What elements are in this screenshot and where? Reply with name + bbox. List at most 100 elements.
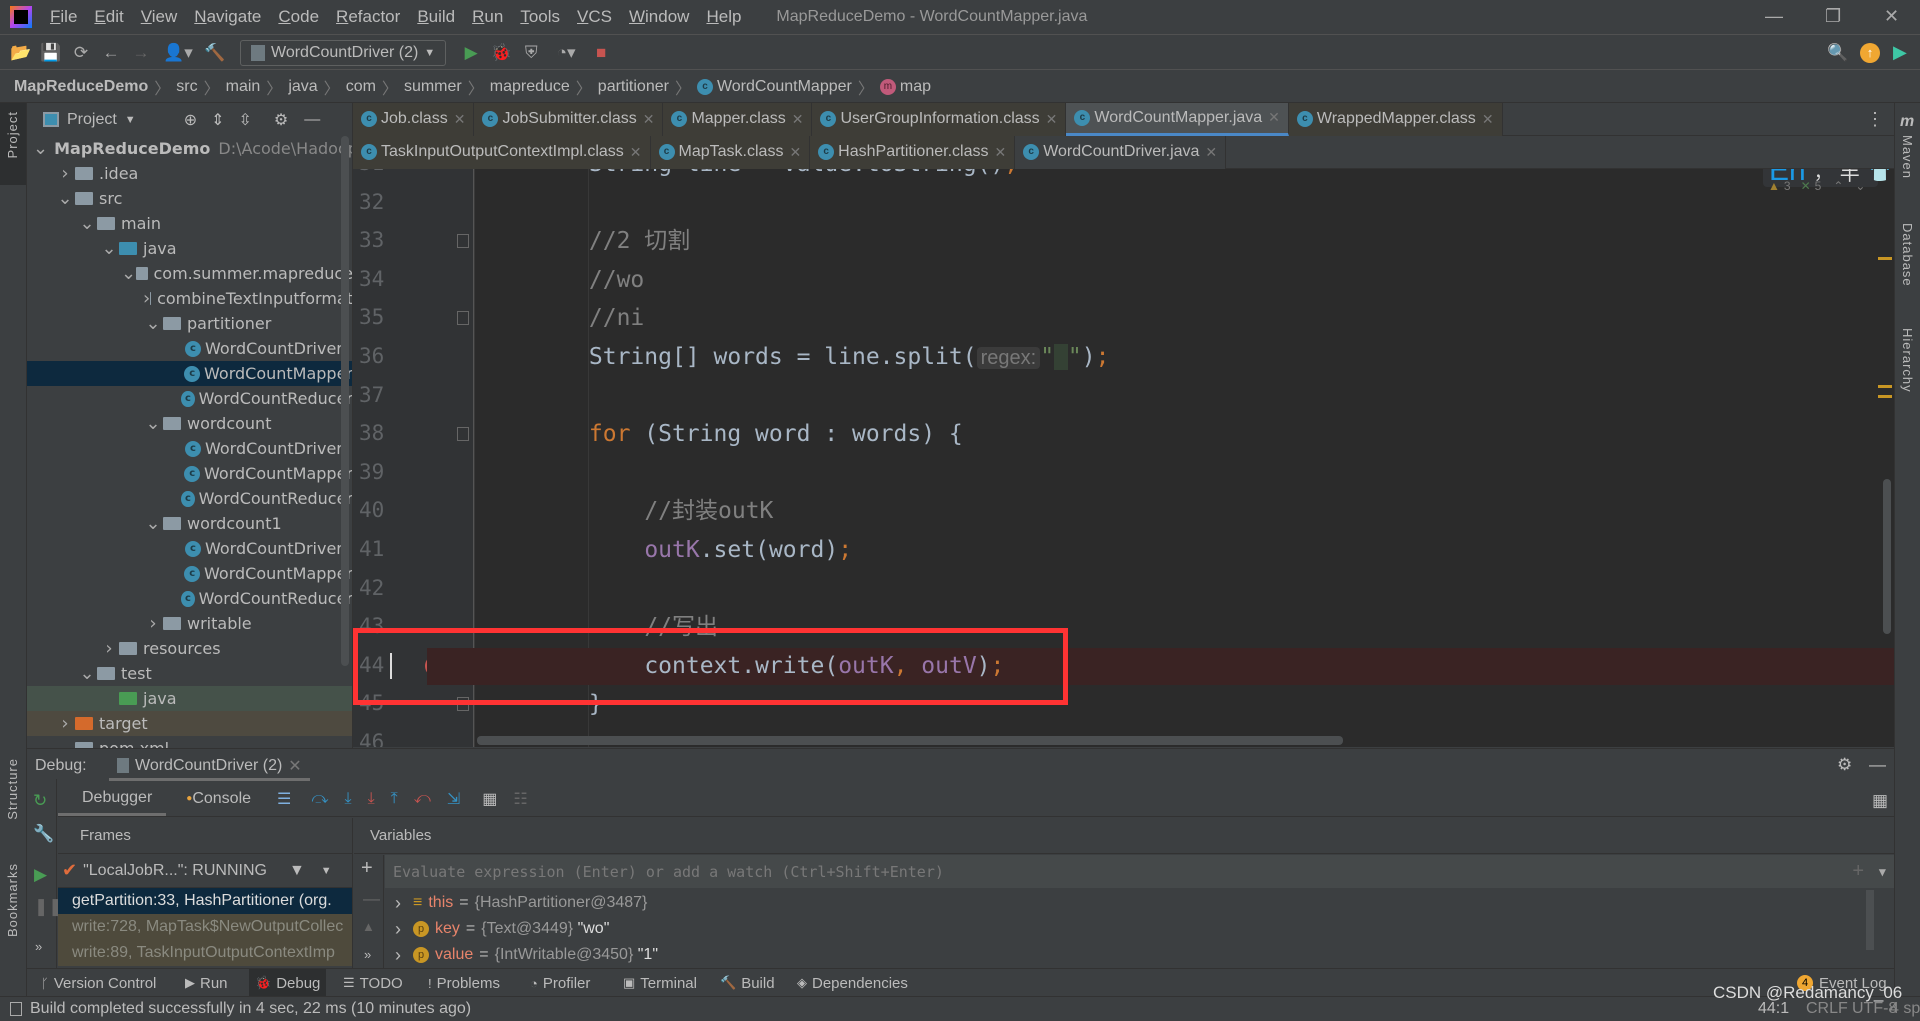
breadcrumb-item[interactable]: map [900,78,931,96]
tree-scrollbar[interactable] [341,136,349,666]
tree-item[interactable]: › target [27,711,352,736]
project-view-select[interactable]: Project [67,111,117,129]
close-icon[interactable]: ✕ [288,756,301,776]
tree-item[interactable]: ⌄ MapReduceDemo D:\Acode\Hadoop [27,136,352,161]
jetbrains-toolbox-icon[interactable]: ▶ [1893,42,1907,63]
menu-help[interactable]: Help [706,7,741,27]
breadcrumb-item[interactable]: mapreduce [490,78,570,96]
update-icon[interactable]: ↑ [1860,42,1880,63]
close-tab-icon[interactable]: ✕ [994,144,1006,161]
project-stripe-label[interactable]: Project [5,111,20,158]
variable-row[interactable]: › p key = {Text@3449} "wo" [385,916,1865,942]
database-stripe-label[interactable]: Database [1900,223,1915,287]
tree-item[interactable]: › combineTextInputformat [27,286,352,311]
chevron-right-icon[interactable]: › [55,713,75,734]
tree-item[interactable]: c WordCountDriver [27,436,352,461]
chevron-right-icon[interactable]: › [395,893,401,914]
toggle-tool-windows-icon[interactable] [10,1002,22,1016]
stack-frame[interactable]: getPartition:33, HashPartitioner (org. [58,888,352,914]
resume-icon[interactable]: ▶ [34,865,47,885]
breadcrumb-item[interactable]: com [346,78,376,96]
menu-code[interactable]: Code [278,7,319,27]
chevron-down-icon[interactable]: ⌄ [77,663,97,684]
variable-row[interactable]: › ≡ this = {HashPartitioner@3487} [385,890,1865,916]
prev-highlight-icon[interactable]: ⌃ [1833,179,1843,193]
error-stripe-mark[interactable] [1878,385,1892,388]
tool-window-problems[interactable]: ! Problems [422,969,506,997]
chevron-down-icon[interactable]: ⌄ [33,138,48,159]
error-stripe-mark[interactable] [1878,257,1892,260]
chevron-down-icon[interactable]: ▼ [125,114,136,126]
maven-stripe-label[interactable]: Maven [1900,135,1915,179]
run-to-cursor-icon[interactable]: ⇲ [447,789,460,809]
force-step-into-icon[interactable]: ⤓ [368,790,375,808]
gear-icon[interactable]: ⚙ [1837,755,1852,775]
ime-skin-icon[interactable]: 👕 [1868,169,1893,184]
chevron-right-icon[interactable]: › [55,163,75,184]
tree-item[interactable]: ⌄ test [27,661,352,686]
tool-window-dependencies[interactable]: ◈ Dependencies [791,969,914,997]
run-config-select[interactable]: WordCountDriver (2) ▼ [240,39,447,66]
add-watch-icon[interactable]: + [1852,860,1864,883]
sync-icon[interactable]: ⟳ [66,43,96,63]
editor-tab[interactable]: c WordCountMapper.java ✕ [1066,102,1289,136]
coverage-icon[interactable]: ⛨ [516,43,546,63]
chevron-right-icon[interactable]: › [99,638,119,659]
menu-run[interactable]: Run [472,7,503,27]
bookmarks-stripe-label[interactable]: Bookmarks [5,863,20,937]
close-tab-icon[interactable]: ✕ [789,144,801,161]
watch-input[interactable]: Evaluate expression (Enter) or add a wat… [385,855,1894,888]
editor-tab[interactable]: c WordCountDriver.java ✕ [1015,135,1227,169]
expand-all-icon[interactable]: ⇕ [211,110,224,130]
error-stripe-mark[interactable] [1878,395,1892,398]
editor-tab[interactable]: c UserGroupInformation.class ✕ [812,102,1067,136]
tree-item[interactable]: c WordCountMapper [27,461,352,486]
breadcrumb-item[interactable]: src [176,78,197,96]
back-icon[interactable]: ← [96,43,126,63]
gear-icon[interactable]: ⚙ [274,110,288,130]
editor-tab[interactable]: c HashPartitioner.class ✕ [810,135,1016,169]
variables-scrollbar[interactable] [1866,890,1874,950]
restore-icon[interactable]: ❐ [1825,6,1841,27]
tree-item[interactable]: ⌄ main [27,211,352,236]
save-icon[interactable]: 💾 [36,43,66,63]
minimize-icon[interactable]: — [1765,6,1783,27]
close-icon[interactable]: ✕ [1884,6,1899,27]
next-highlight-icon[interactable]: ⌄ [1855,179,1865,193]
step-into-icon[interactable]: ⤓ [344,790,351,808]
close-tab-icon[interactable]: ✕ [643,111,655,128]
search-icon[interactable]: 🔍 [1823,43,1853,63]
close-tab-icon[interactable]: ✕ [1046,111,1058,128]
tool-window-build[interactable]: 🔨 Build [714,969,781,997]
tool-window-debug[interactable]: 🐞 Debug [249,969,327,997]
hierarchy-stripe-label[interactable]: Hierarchy [1900,328,1915,393]
tree-item[interactable]: c WordCountDriver [27,336,352,361]
threads-icon[interactable]: ☰ [277,789,291,809]
code-editor[interactable]: 3132333435363738394041424344✓4546 String… [353,169,1894,747]
build-hammer-icon[interactable]: 🔨 [200,43,230,63]
close-tab-icon[interactable]: ✕ [1205,144,1217,161]
tree-item[interactable]: c WordCountReducer [27,586,352,611]
chevron-down-icon[interactable]: ▼ [1879,865,1886,879]
vertical-scrollbar[interactable] [1883,479,1891,634]
stop-icon[interactable]: ■ [586,43,616,63]
tree-item[interactable]: java [27,686,352,711]
tree-item[interactable]: ⌄ src [27,186,352,211]
editor-tab[interactable]: c WrappedMapper.class ✕ [1288,102,1503,136]
filter-icon[interactable]: ▼ [289,862,305,880]
breadcrumb-item[interactable]: main [226,78,261,96]
hide-icon[interactable]: — [1869,755,1886,775]
tree-item[interactable]: › writable [27,611,352,636]
tree-item[interactable]: c WordCountDriver [27,536,352,561]
close-tab-icon[interactable]: ✕ [1268,109,1280,126]
tab-debugger[interactable]: Debugger [58,789,167,816]
evaluate-icon[interactable]: ▦ [482,789,497,809]
close-tab-icon[interactable]: ✕ [792,111,804,128]
tree-item[interactable]: › .idea [27,161,352,186]
tree-item[interactable]: c WordCountMapper [27,361,352,386]
tool-window-version-control[interactable]: ᚴ Version Control [35,969,162,997]
chevron-right-icon[interactable]: › [143,613,163,634]
variable-row[interactable]: › p value = {IntWritable@3450} "1" [385,942,1865,968]
chevron-down-icon[interactable]: ⌄ [55,188,75,209]
chevron-down-icon[interactable]: ⌄ [143,513,163,534]
